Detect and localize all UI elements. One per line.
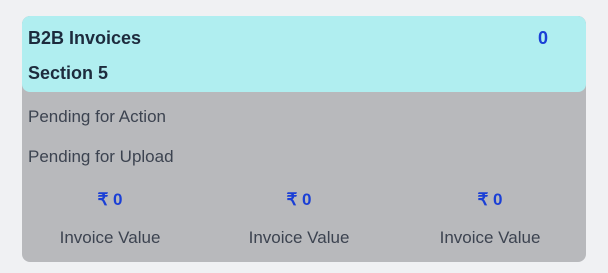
status-pending-upload[interactable]: Pending for Upload [28, 147, 174, 167]
invoice-value-amount: ₹ 0 [286, 190, 312, 209]
tile-header[interactable]: B2B Invoices 0 Section 5 [22, 16, 586, 92]
invoice-value-column: ₹ 0 Invoice Value [35, 188, 185, 250]
b2b-invoices-tile[interactable]: B2B Invoices 0 Section 5 Pending for Act… [22, 16, 586, 262]
section-label: Section 5 [28, 63, 109, 83]
invoice-value-column: ₹ 0 Invoice Value [224, 188, 374, 250]
tile-title: B2B Invoices [28, 28, 142, 48]
invoice-value-column: ₹ 0 Invoice Value [415, 188, 565, 250]
invoice-count: 0 [538, 28, 549, 48]
invoice-value-label: Invoice Value [59, 228, 161, 247]
invoice-value-amount: ₹ 0 [97, 190, 123, 209]
status-pending-action[interactable]: Pending for Action [28, 107, 166, 127]
invoice-value-amount: ₹ 0 [477, 190, 503, 209]
invoice-value-label: Invoice Value [439, 228, 541, 247]
invoice-value-label: Invoice Value [248, 228, 350, 247]
